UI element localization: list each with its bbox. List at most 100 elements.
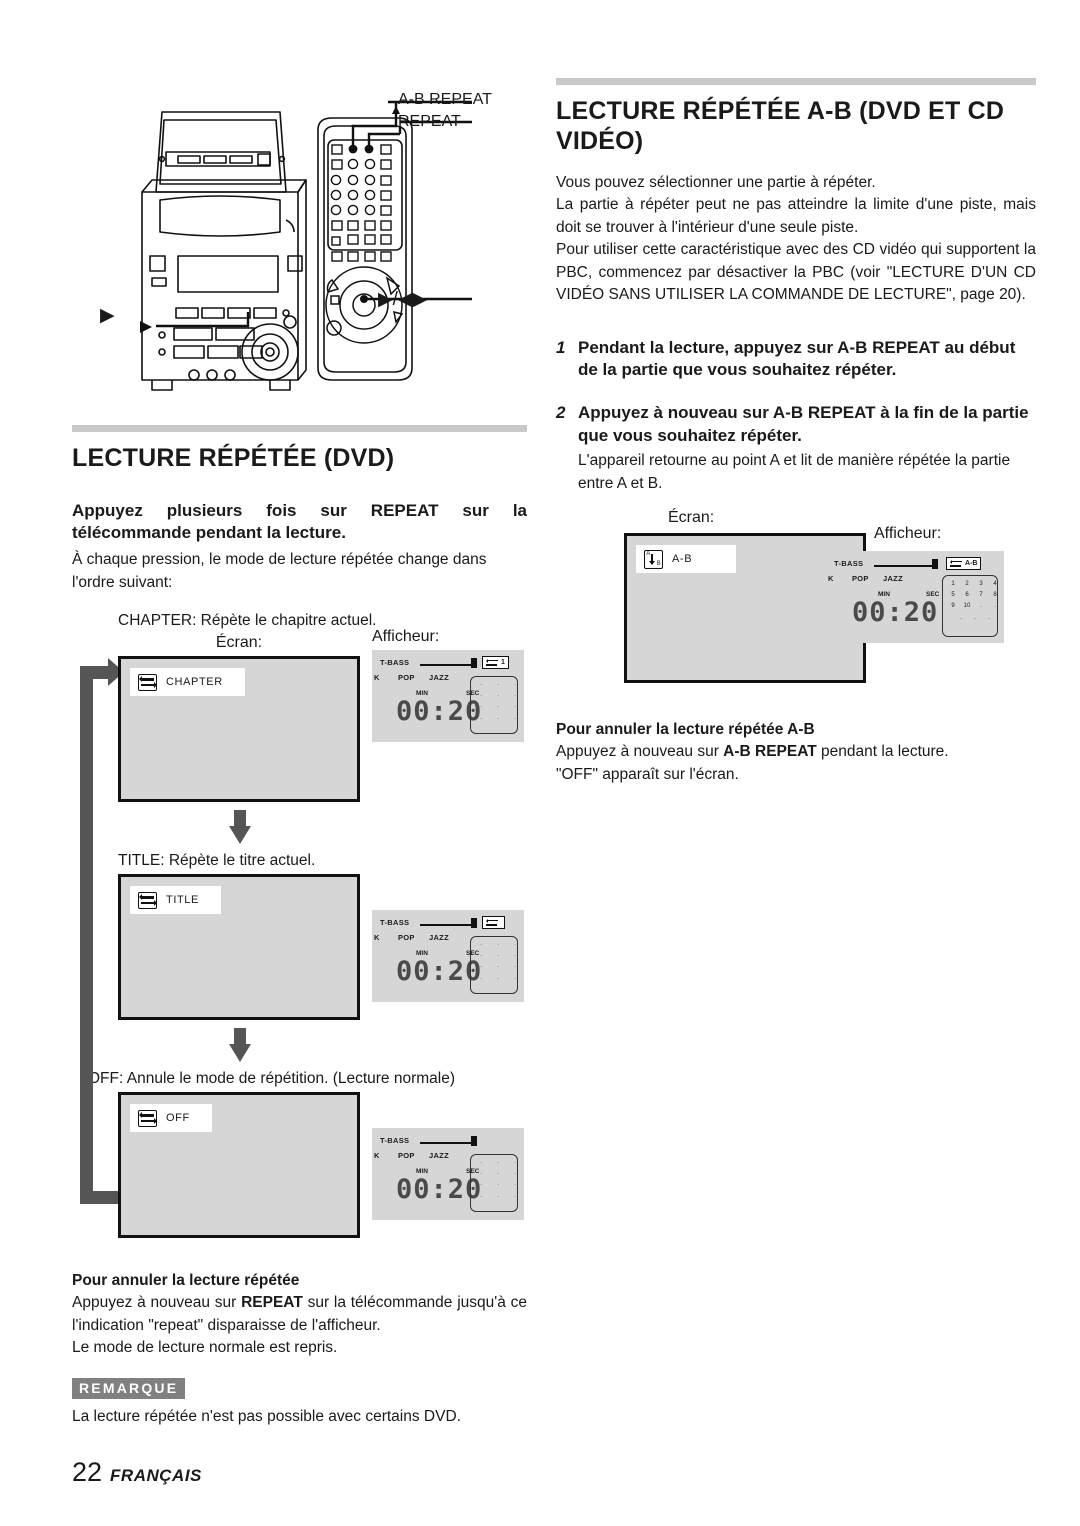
track-dot-3: . [960,615,962,622]
track-dot-4: . [974,615,976,622]
track-dot-2: . [994,603,996,610]
ab-step-2-number: 2 [556,403,566,423]
repeat-intro-text: À chaque pression, le mode de lecture ré… [72,551,487,591]
track-7: 7 [979,592,983,599]
display-caption-right: Afficheur: [874,525,942,543]
repeat-icon-small [950,559,962,568]
ab-step-2-desc: L'appareil retourne au point A et lit de… [578,452,1011,492]
track-grid-ab: 1 2 3 4 5 6 7 8 9 10 . . . . . [942,575,998,638]
cancel-ab-text-2: "OFF" apparaît sur l'écran. [556,765,739,783]
repeat-icon-small [486,918,498,927]
section-rule-right [556,78,1036,85]
time-readout-ab: 00:20 [852,597,939,629]
screen-caption-1: Écran: [215,634,263,652]
osd-chip-chapter: CHAPTER [130,668,245,697]
ab-repeat-icon: AB [644,549,663,569]
display-block-2: T-BASS K POP JAZZ MIN SEC 00:20 · · · · … [372,910,524,1003]
section-title-repeat-dvd: LECTURE RÉPÉTÉE (DVD) [72,444,395,472]
note-text: La lecture répétée n'est pas possible av… [72,1407,461,1425]
page-number: 22 [72,1457,103,1487]
cancel-repeat-block: Pour annuler la lecture répétée Appuyez … [72,1272,527,1428]
display-block-3: T-BASS K POP JAZZ MIN SEC 00:20 · · · · · · … [372,1128,524,1221]
eq-label-jazz: JAZZ [429,933,449,943]
tv-screen-off: OFF [118,1092,360,1239]
track-grid-3: · · · · · · · · · · · · [470,1154,518,1213]
cancel-repeat-text: Appuyez à nouveau sur REPEAT sur la télé… [72,1292,527,1337]
osd-chip-title: TITLE [130,886,221,915]
track-grid-1: · · · · · · · · · · · · [470,676,518,735]
screen-caption-ab: Écran: [668,509,715,527]
tv-screen-chapter: CHAPTER [118,656,360,803]
repeat-mode-flow: CHAPTER: Répète le chapitre actuel. Écra… [72,612,527,1239]
track-dot-1: . [980,603,982,610]
eq-label-pop: POP [398,673,415,683]
ab-step-1-title: Pendant la lecture, appuyez sur A-B REPE… [578,337,1016,380]
cancel-ab-heading: Pour annuler la lecture répétée A-B [556,721,815,739]
cancel-ab-bold: A-B REPEAT [723,743,817,761]
front-display-ab: T-BASS K POP JAZZ A-B MIN SEC 00:20 1 2 [826,551,1004,644]
track-9: 9 [951,603,955,610]
front-display-title: T-BASS K POP JAZZ MIN SEC 00:20 · · · · … [372,910,524,1003]
eq-label-rock: K [374,1151,380,1161]
cancel-text-part1: Appuyez à nouveau sur [72,1294,242,1312]
repeat-badge-2 [482,916,505,930]
eq-label-rock: K [374,673,380,683]
ab-step-1: 1 Pendant la lecture, appuyez sur A-B RE… [556,337,1036,382]
left-column: LECTURE RÉPÉTÉE (DVD) Appuyez plusieurs … [72,425,527,1428]
ab-diagram: Écran: AB A-B Afficheur: T-BASS K POP JA… [556,509,1036,709]
track-5: 5 [951,592,955,599]
eq-label-jazz: JAZZ [883,574,903,584]
ab-intro-1: Vous pouvez sélectionner une partie à ré… [556,174,876,191]
eq-label-pop: POP [852,574,869,584]
ab-intro-3: Pour utiliser cette caractéristique avec… [556,241,1036,304]
repeat-icon-small [486,658,498,667]
track-4: 4 [993,581,997,588]
display-caption-left: Afficheur: [372,628,440,646]
front-display-chapter: T-BASS K POP JAZZ 1 MIN SEC 00:20 · · · … [372,650,524,743]
tbass-label: T-BASS [380,658,410,668]
ab-step-2: 2 Appuyez à nouveau sur A-B REPEAT à la … [556,402,1036,495]
repeat-badge-text-ab: A-B [965,560,978,568]
language-label: FRANÇAIS [110,1466,202,1485]
track-3: 3 [979,581,983,588]
osd-chip-off: OFF [130,1104,212,1133]
tv-screen-title: TITLE [118,874,360,1021]
track-1: 1 [951,581,955,588]
osd-label-title: TITLE [166,894,199,907]
track-dot-5: . [988,615,990,622]
track-6: 6 [965,592,969,599]
manual-page: A-B REPEAT REPEAT ▶/◀▶ ▶ LECTURE RÉPÉTÉE… [0,0,1080,1526]
front-display-off: T-BASS K POP JAZZ MIN SEC 00:20 · · · · · · … [372,1128,524,1221]
callout-repeat: REPEAT [398,113,461,130]
note-badge: REMARQUE [72,1377,186,1399]
osd-label-off: OFF [166,1112,190,1125]
tbass-label: T-BASS [380,918,410,928]
repeat-badge-1: 1 [482,656,509,670]
cancel-bold-repeat: REPEAT [241,1294,303,1312]
system-and-remote-drawing [140,100,472,391]
eq-label-jazz: JAZZ [429,673,449,683]
cancel-ab-part1: Appuyez à nouveau sur [556,743,724,761]
callout-ab-repeat: A-B REPEAT [398,91,492,108]
osd-label-chapter: CHAPTER [166,676,223,689]
cancel-repeat-heading: Pour annuler la lecture répétée [72,1272,300,1290]
section-rule-left [72,425,527,432]
product-illustration: A-B REPEAT REPEAT ▶/◀▶ ▶ [100,80,530,410]
callout-play: ▶ [100,305,115,326]
track-10: 10 [963,603,971,610]
flow-caption-off: OFF: Annule le mode de répétition. (Lect… [88,1070,456,1088]
eq-label-pop: POP [398,1151,415,1161]
repeat-icon [138,1109,157,1127]
flow-arrow-2 [229,1028,251,1063]
page-footer: 22 FRANÇAIS [72,1457,202,1488]
right-column: LECTURE RÉPÉTÉE A-B (DVD ET CD VIDÉO) Vo… [556,78,1036,786]
tbass-label: T-BASS [380,1136,410,1146]
cancel-ab-part2: pendant la lecture. [816,743,949,761]
eq-label-rock: K [828,574,834,584]
eq-label-jazz: JAZZ [429,1151,449,1161]
repeat-icon [138,673,157,691]
ab-step-2-title: Appuyez à nouveau sur A-B REPEAT à la fi… [578,403,1029,445]
track-2: 2 [965,581,969,588]
repeat-lead-instruction: Appuyez plusieurs fois sur REPEAT sur la… [72,500,527,543]
eq-label-pop: POP [398,933,415,943]
